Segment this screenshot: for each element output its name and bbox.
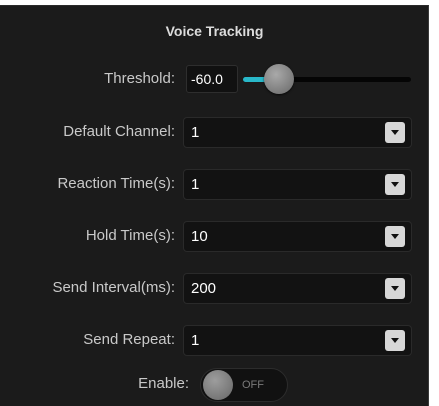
send-repeat-label: Send Repeat:: [83, 331, 175, 348]
chevron-down-icon[interactable]: [385, 278, 405, 299]
default-channel-value: 1: [191, 124, 200, 141]
panel-title: Voice Tracking: [165, 23, 264, 39]
voice-tracking-panel: Voice Tracking Threshold: -60.0 Default …: [0, 5, 429, 406]
threshold-label: Threshold:: [104, 70, 175, 87]
enable-toggle[interactable]: OFF: [200, 368, 288, 402]
threshold-slider-thumb[interactable]: [264, 64, 295, 94]
hold-time-label: Hold Time(s):: [85, 227, 175, 244]
hold-time-value: 10: [191, 228, 208, 245]
reaction-time-value: 1: [191, 176, 200, 193]
send-interval-value: 200: [191, 280, 217, 297]
default-channel-select[interactable]: 1: [183, 117, 412, 148]
send-repeat-select[interactable]: 1: [183, 325, 412, 356]
send-interval-label: Send Interval(ms):: [52, 279, 175, 296]
default-channel-label: Default Channel:: [63, 123, 175, 140]
chevron-down-icon[interactable]: [385, 226, 405, 247]
hold-time-select[interactable]: 10: [183, 221, 412, 252]
reaction-time-label: Reaction Time(s):: [57, 175, 175, 192]
reaction-time-select[interactable]: 1: [183, 169, 412, 200]
toggle-knob: [203, 370, 233, 400]
chevron-down-icon[interactable]: [385, 330, 405, 351]
chevron-down-icon[interactable]: [385, 174, 405, 195]
threshold-input[interactable]: -60.0: [186, 65, 238, 93]
chevron-down-icon[interactable]: [385, 122, 405, 143]
toggle-state-text: OFF: [242, 379, 264, 391]
send-repeat-value: 1: [191, 332, 200, 349]
send-interval-select[interactable]: 200: [183, 273, 412, 304]
enable-label: Enable:: [138, 375, 189, 392]
